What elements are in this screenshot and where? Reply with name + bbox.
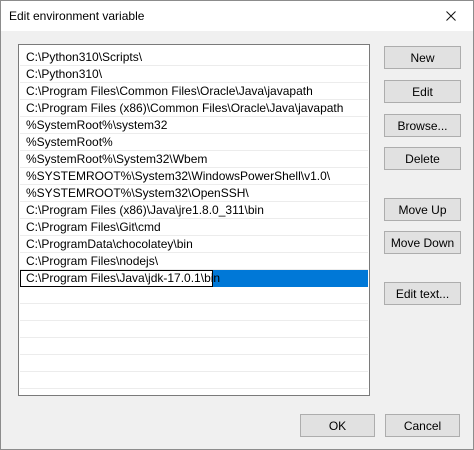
edit-button[interactable]: Edit: [384, 80, 461, 103]
list-item[interactable]: %SystemRoot%\system32: [20, 117, 368, 134]
cancel-button[interactable]: Cancel: [385, 414, 460, 437]
list-item[interactable]: C:\ProgramData\chocolatey\bin: [20, 236, 368, 253]
move-up-button[interactable]: Move Up: [384, 198, 461, 221]
path-list[interactable]: C:\Python310\Scripts\ C:\Python310\ C:\Pro…: [18, 44, 370, 396]
list-item-text: C:\Program Files\Java\jdk-17.0.1\bin: [26, 271, 221, 285]
close-icon[interactable]: [429, 1, 473, 31]
list-item-text: C:\ProgramData\chocolatey\bin: [26, 237, 193, 251]
window-title: Edit environment variable: [9, 9, 145, 23]
list-item-text: C:\Python310\: [26, 67, 103, 81]
list-item[interactable]: C:\Program Files\Git\cmd: [20, 219, 368, 236]
list-item-selected[interactable]: C:\Program Files\Java\jdk-17.0.1\bin: [20, 270, 368, 287]
empty-list-row: [20, 287, 368, 304]
empty-list-row: [20, 321, 368, 338]
inline-edit-field[interactable]: C:\Program Files\Java\jdk-17.0.1\bin: [20, 270, 220, 287]
edit-text-button[interactable]: Edit text...: [384, 282, 461, 305]
edit-env-variable-dialog: Edit environment variable C:\Python310\S…: [0, 0, 474, 450]
move-down-button[interactable]: Move Down: [384, 231, 461, 254]
list-item[interactable]: C:\Python310\: [20, 66, 368, 83]
list-item[interactable]: C:\Program Files\Common Files\Oracle\Jav…: [20, 83, 368, 100]
list-item-text: C:\Program Files\Git\cmd: [26, 220, 161, 234]
new-button[interactable]: New: [384, 46, 461, 69]
list-item-text: C:\Python310\Scripts\: [26, 50, 143, 64]
list-item[interactable]: %SystemRoot%: [20, 134, 368, 151]
list-item-text: %SystemRoot%: [26, 135, 113, 149]
empty-list-row: [20, 338, 368, 355]
list-item-text: %SystemRoot%\system32: [26, 118, 168, 132]
list-item-text: %SystemRoot%\System32\Wbem: [26, 152, 208, 166]
empty-list-row: [20, 355, 368, 372]
list-item[interactable]: C:\Program Files (x86)\Common Files\Orac…: [20, 100, 368, 117]
list-item[interactable]: C:\Program Files (x86)\Java\jre1.8.0_311…: [20, 202, 368, 219]
list-item[interactable]: %SYSTEMROOT%\System32\OpenSSH\: [20, 185, 368, 202]
list-item[interactable]: C:\Program Files\nodejs\: [20, 253, 368, 270]
list-item-text: %SYSTEMROOT%\System32\OpenSSH\: [26, 186, 249, 200]
browse-button[interactable]: Browse...: [384, 114, 461, 137]
list-item-text: C:\Program Files (x86)\Common Files\Orac…: [26, 101, 344, 115]
list-item[interactable]: %SystemRoot%\System32\Wbem: [20, 151, 368, 168]
empty-list-row: [20, 372, 368, 389]
list-item[interactable]: C:\Python310\Scripts\: [20, 49, 368, 66]
ok-button[interactable]: OK: [300, 414, 375, 437]
list-item-text: C:\Program Files\Common Files\Oracle\Jav…: [26, 84, 313, 98]
title-bar: Edit environment variable: [1, 1, 473, 31]
list-item[interactable]: %SYSTEMROOT%\System32\WindowsPowerShell\…: [20, 168, 368, 185]
delete-button[interactable]: Delete: [384, 147, 461, 170]
list-item-text: C:\Program Files (x86)\Java\jre1.8.0_311…: [26, 203, 264, 217]
empty-list-row: [20, 304, 368, 321]
list-item-text: %SYSTEMROOT%\System32\WindowsPowerShell\…: [26, 169, 331, 183]
list-item-text: C:\Program Files\nodejs\: [26, 254, 159, 268]
